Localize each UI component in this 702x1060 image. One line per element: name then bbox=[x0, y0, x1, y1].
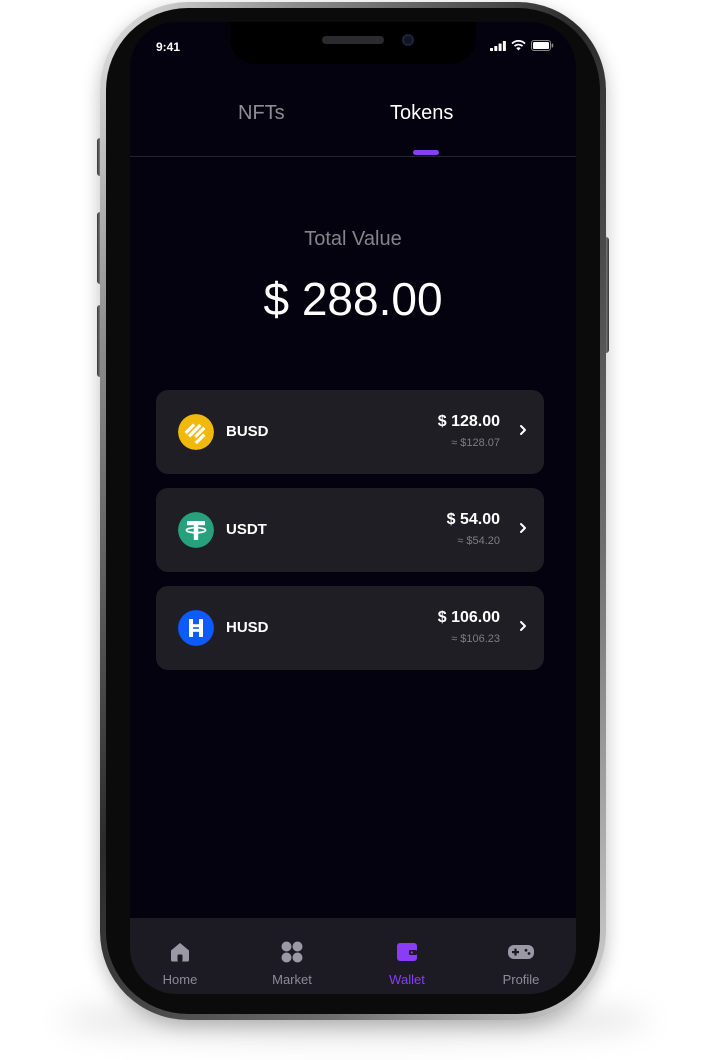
token-amount: $ 106.00 bbox=[437, 609, 500, 626]
battery-icon bbox=[531, 40, 554, 51]
chevron-right-icon bbox=[520, 523, 526, 533]
token-card-husd[interactable]: HUSD $ 106.00 ≈ $106.23 bbox=[156, 586, 544, 670]
nav-label-market: Market bbox=[272, 972, 312, 987]
nav-label-home: Home bbox=[162, 972, 198, 987]
nav-home[interactable]: Home bbox=[130, 918, 230, 994]
chevron-right-icon bbox=[520, 425, 526, 435]
token-approx-value: ≈ $106.23 bbox=[451, 633, 500, 645]
nav-label-profile: Profile bbox=[502, 972, 540, 987]
busd-icon bbox=[178, 414, 214, 450]
speaker-grille bbox=[322, 36, 384, 44]
front-camera bbox=[402, 34, 414, 46]
status-time: 9:41 bbox=[156, 40, 181, 54]
notch bbox=[230, 22, 476, 64]
status-icons bbox=[490, 40, 554, 51]
signal-icon bbox=[490, 40, 506, 51]
token-amount: $ 54.00 bbox=[446, 511, 500, 528]
wallet-icon bbox=[397, 943, 417, 961]
token-card-usdt[interactable]: USDT $ 54.00 ≈ $54.20 bbox=[156, 488, 544, 572]
nav-wallet[interactable]: Wallet bbox=[357, 918, 457, 994]
wifi-icon bbox=[511, 40, 526, 51]
token-amount: $ 128.00 bbox=[437, 413, 500, 430]
token-name: HUSD bbox=[226, 619, 269, 636]
app-screen: 9:41 NFTs Tokens Total Value $ 288.00 BU… bbox=[130, 22, 576, 994]
nav-profile[interactable]: Profile bbox=[471, 918, 571, 994]
tab-bar: NFTs Tokens bbox=[130, 102, 576, 157]
active-tab-indicator bbox=[413, 150, 439, 155]
token-name: BUSD bbox=[226, 423, 269, 440]
tab-tokens[interactable]: Tokens bbox=[390, 102, 453, 125]
nav-label-wallet: Wallet bbox=[389, 972, 425, 987]
tab-nfts[interactable]: NFTs bbox=[238, 102, 285, 125]
total-value-amount: $ 288.00 bbox=[263, 273, 443, 325]
gamepad-icon bbox=[508, 945, 534, 959]
chevron-right-icon bbox=[520, 621, 526, 631]
token-approx-value: ≈ $54.20 bbox=[457, 535, 500, 547]
token-name: USDT bbox=[226, 521, 267, 538]
usdt-icon bbox=[178, 512, 214, 548]
token-approx-value: ≈ $128.07 bbox=[451, 437, 500, 449]
bottom-nav: Home Market Wallet Profile bbox=[130, 918, 576, 994]
token-card-busd[interactable]: BUSD $ 128.00 ≈ $128.07 bbox=[156, 390, 544, 474]
nav-market[interactable]: Market bbox=[242, 918, 342, 994]
husd-icon bbox=[178, 610, 214, 646]
total-value-label: Total Value bbox=[304, 228, 402, 250]
home-icon bbox=[171, 943, 189, 962]
market-icon bbox=[281, 941, 303, 963]
